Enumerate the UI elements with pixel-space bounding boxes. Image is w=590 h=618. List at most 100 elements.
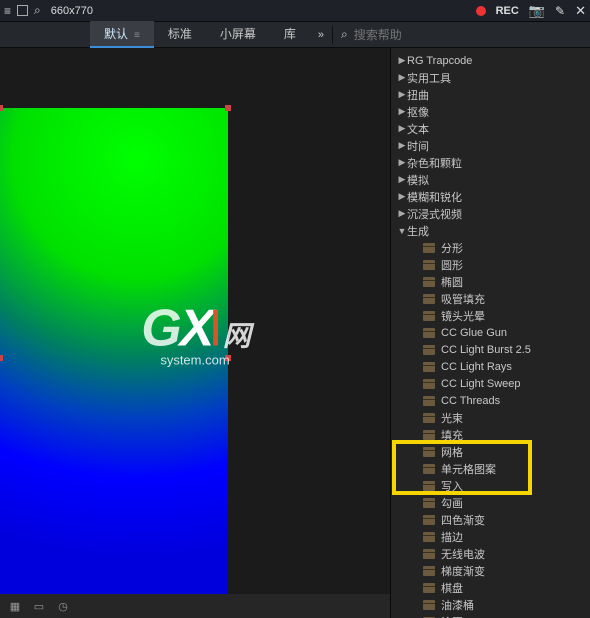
chevron-right-icon [397, 174, 407, 185]
effect-label: 油漆桶 [441, 597, 474, 613]
effect-label: 光束 [441, 410, 463, 426]
effect-label: 镜头光晕 [441, 308, 485, 324]
handle-mid-left[interactable] [0, 355, 3, 361]
category-实用工具[interactable]: 实用工具 [391, 69, 590, 86]
effect-CC Threads[interactable]: CC Threads [391, 392, 590, 409]
effect-无线电波[interactable]: 无线电波 [391, 545, 590, 562]
chevron-right-icon [397, 157, 407, 168]
effect-单元格图案[interactable]: 单元格图案 [391, 460, 590, 477]
effect-写入[interactable]: 写入 [391, 477, 590, 494]
main-area: GXI网 system.com ▦ ▭ ◷ RG Trapcode实用工具扭曲抠… [0, 48, 590, 618]
capture-dimensions: 660x770 [51, 5, 93, 17]
category-label: 抠像 [407, 104, 429, 120]
effect-分形[interactable]: 分形 [391, 239, 590, 256]
tab-library[interactable]: 库 [270, 21, 310, 48]
handle-top-right[interactable] [225, 105, 231, 111]
category-模糊和锐化[interactable]: 模糊和锐化 [391, 188, 590, 205]
effect-油漆桶[interactable]: 油漆桶 [391, 596, 590, 613]
effect-icon [423, 532, 435, 542]
category-抠像[interactable]: 抠像 [391, 103, 590, 120]
tab-menu-icon[interactable]: ≡ [134, 30, 140, 41]
search-input[interactable] [354, 28, 424, 42]
viewer-toolbar: ▦ ▭ ◷ [0, 594, 390, 618]
category-label: 生成 [407, 223, 429, 239]
effect-icon [423, 600, 435, 610]
effect-icon [423, 277, 435, 287]
category-RG Trapcode[interactable]: RG Trapcode [391, 52, 590, 69]
search-icon[interactable]: ⌕ [34, 3, 41, 18]
chevron-right-icon [397, 89, 407, 100]
category-沉浸式视频[interactable]: 沉浸式视频 [391, 205, 590, 222]
menu-icon[interactable]: ≡ [4, 4, 11, 18]
tab-smallscreen[interactable]: 小屏幕 [206, 21, 270, 48]
effects-panel: RG Trapcode实用工具扭曲抠像文本时间杂色和颗粒模拟模糊和锐化沉浸式视频… [390, 48, 590, 618]
mask-icon[interactable]: ▭ [32, 599, 46, 613]
effect-label: 棋盘 [441, 580, 463, 596]
effect-icon [423, 430, 435, 440]
effect-icon [423, 396, 435, 406]
tab-default[interactable]: 默认≡ [90, 21, 154, 48]
category-label: 模糊和锐化 [407, 189, 462, 205]
effect-CC Light Rays[interactable]: CC Light Rays [391, 358, 590, 375]
record-indicator-icon[interactable] [476, 6, 486, 16]
effect-label: 分形 [441, 240, 463, 256]
category-label: 实用工具 [407, 70, 451, 86]
effect-四色渐变[interactable]: 四色渐变 [391, 511, 590, 528]
category-label: 杂色和颗粒 [407, 155, 462, 171]
effect-icon [423, 311, 435, 321]
category-时间[interactable]: 时间 [391, 137, 590, 154]
tab-standard[interactable]: 标准 [154, 21, 206, 48]
effect-label: 描边 [441, 529, 463, 545]
effect-icon [423, 447, 435, 457]
effect-椭圆[interactable]: 椭圆 [391, 273, 590, 290]
record-label: REC [496, 5, 519, 17]
chevron-right-icon [397, 191, 407, 202]
category-模拟[interactable]: 模拟 [391, 171, 590, 188]
effect-label: CC Glue Gun [441, 327, 507, 339]
effect-描边[interactable]: 描边 [391, 528, 590, 545]
chevron-right-icon [397, 123, 407, 134]
effect-CC Glue Gun[interactable]: CC Glue Gun [391, 324, 590, 341]
composition-viewer[interactable]: GXI网 system.com ▦ ▭ ◷ [0, 48, 390, 618]
effect-icon [423, 549, 435, 559]
effect-圆形[interactable]: 圆形 [391, 256, 590, 273]
effect-label: CC Light Sweep [441, 378, 521, 390]
close-icon[interactable]: ✕ [575, 3, 586, 19]
effect-CC Light Burst 2.5[interactable]: CC Light Burst 2.5 [391, 341, 590, 358]
grid-icon[interactable]: ▦ [8, 599, 22, 613]
category-杂色和颗粒[interactable]: 杂色和颗粒 [391, 154, 590, 171]
effect-光束[interactable]: 光束 [391, 409, 590, 426]
handle-top-left[interactable] [0, 105, 3, 111]
category-扭曲[interactable]: 扭曲 [391, 86, 590, 103]
category-文本[interactable]: 文本 [391, 120, 590, 137]
effect-CC Light Sweep[interactable]: CC Light Sweep [391, 375, 590, 392]
effect-棋盘[interactable]: 棋盘 [391, 579, 590, 596]
handle-mid-right[interactable] [225, 355, 231, 361]
gradient-layer[interactable] [0, 108, 228, 608]
effect-填充[interactable]: 填充 [391, 426, 590, 443]
effect-icon [423, 464, 435, 474]
effect-label: 写入 [441, 478, 463, 494]
effect-吸管填充[interactable]: 吸管填充 [391, 290, 590, 307]
selection-box [0, 108, 228, 608]
camera-icon[interactable]: 📷 [529, 3, 545, 19]
pencil-icon[interactable]: ✎ [555, 4, 565, 18]
effect-icon [423, 243, 435, 253]
effect-镜头光晕[interactable]: 镜头光晕 [391, 307, 590, 324]
time-icon[interactable]: ◷ [56, 599, 70, 613]
chevron-down-icon [397, 226, 407, 236]
effect-label: 吸管填充 [441, 291, 485, 307]
effect-梯度渐变[interactable]: 梯度渐变 [391, 562, 590, 579]
effect-label: 椭圆 [441, 274, 463, 290]
category-生成[interactable]: 生成 [391, 222, 590, 239]
effect-label: 网格 [441, 444, 463, 460]
effect-icon [423, 481, 435, 491]
workspace-overflow-icon[interactable]: » [310, 29, 332, 41]
window-icon[interactable] [17, 5, 28, 16]
effect-涂写[interactable]: 涂写 [391, 613, 590, 618]
help-search: ⌕ [333, 27, 432, 42]
effect-网格[interactable]: 网格 [391, 443, 590, 460]
effect-icon [423, 515, 435, 525]
effect-icon [423, 566, 435, 576]
effect-勾画[interactable]: 勾画 [391, 494, 590, 511]
